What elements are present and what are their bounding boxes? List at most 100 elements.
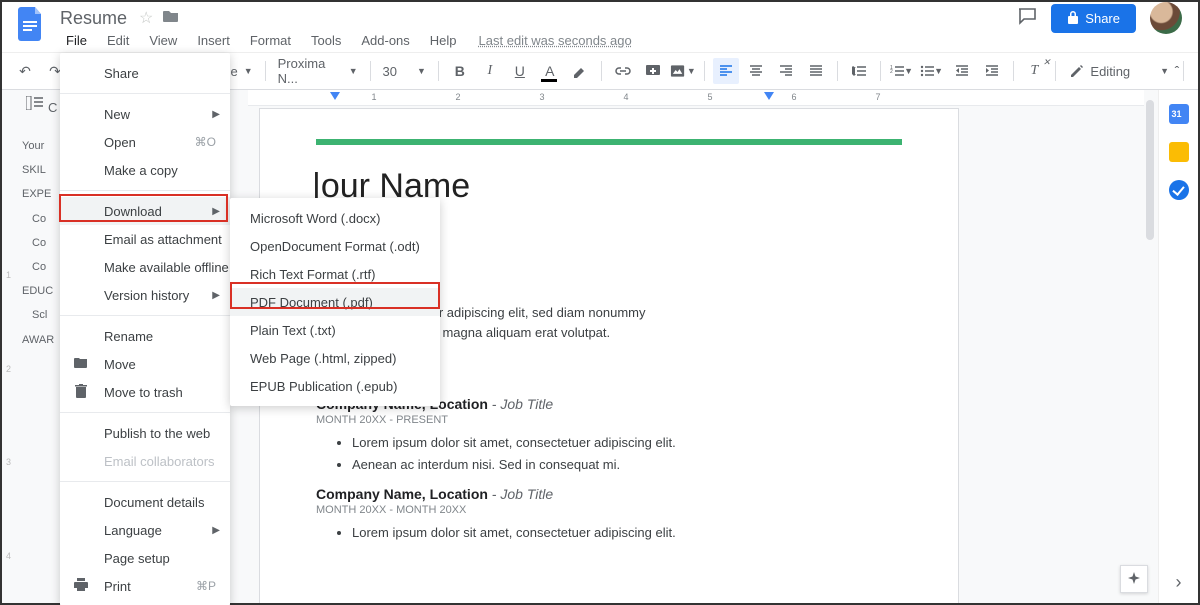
font-size-select[interactable]: 30▼ <box>377 64 432 79</box>
outline-item[interactable]: Co <box>8 231 60 255</box>
file-menu-move[interactable]: Move <box>60 350 230 378</box>
keep-icon[interactable] <box>1169 142 1189 162</box>
file-menu-offline[interactable]: Make available offline <box>60 253 230 281</box>
file-menu-page-setup[interactable]: Page setup <box>60 544 230 572</box>
menu-addons[interactable]: Add-ons <box>351 29 419 52</box>
job-dates[interactable]: MONTH 20XX - MONTH 20XX <box>316 504 902 516</box>
ruler-indent-right[interactable] <box>764 92 774 100</box>
job-dates[interactable]: MONTH 20XX - PRESENT <box>316 414 902 426</box>
file-menu-rename[interactable]: Rename <box>60 322 230 350</box>
line-spacing-icon[interactable] <box>846 58 872 84</box>
job-bullets[interactable]: Lorem ipsum dolor sit amet, consectetuer… <box>316 522 902 544</box>
file-menu-share[interactable]: Share <box>60 59 230 87</box>
menu-format[interactable]: Format <box>240 29 301 52</box>
file-menu-language[interactable]: Language▶ <box>60 516 230 544</box>
outdent-icon[interactable] <box>949 58 975 84</box>
insert-comment-icon[interactable] <box>640 58 666 84</box>
text-color-icon[interactable]: A <box>537 58 563 84</box>
ruler[interactable]: 1234567 <box>248 90 1144 106</box>
comments-icon[interactable] <box>1017 6 1037 31</box>
editing-mode-select[interactable]: Editing ▼ <box>1062 64 1177 79</box>
document-outline: C Your SKIL EXPE Co Co Co EDUC Scl AWAR … <box>2 90 60 603</box>
outline-header: C <box>48 100 57 115</box>
side-panel-collapse-icon[interactable]: › <box>1176 572 1182 593</box>
outline-item[interactable]: Scl <box>8 303 60 327</box>
menu-file[interactable]: File <box>56 29 97 52</box>
align-right-icon[interactable] <box>773 58 799 84</box>
clear-formatting-icon[interactable]: T✕ <box>1021 58 1047 84</box>
folder-icon <box>72 357 90 372</box>
ruler-indent-left[interactable] <box>330 92 340 100</box>
document-title[interactable]: Resume <box>54 6 133 31</box>
outline-toggle-icon[interactable] <box>26 96 44 115</box>
download-html[interactable]: Web Page (.html, zipped) <box>230 344 440 372</box>
job-entry[interactable]: Company Name, Location - Job Title <box>316 486 902 502</box>
tasks-icon[interactable] <box>1169 180 1189 200</box>
download-txt[interactable]: Plain Text (.txt) <box>230 316 440 344</box>
file-menu-publish[interactable]: Publish to the web <box>60 419 230 447</box>
star-icon[interactable]: ☆ <box>139 8 153 28</box>
bold-icon[interactable]: B <box>447 58 473 84</box>
job-bullets[interactable]: Lorem ipsum dolor sit amet, consectetuer… <box>316 432 902 476</box>
menu-insert[interactable]: Insert <box>187 29 240 52</box>
outline-item[interactable]: Your <box>8 134 60 158</box>
svg-text:2: 2 <box>890 69 893 75</box>
trash-icon <box>72 384 90 401</box>
docs-logo[interactable] <box>12 5 50 43</box>
bulleted-list-icon[interactable]: ▼ <box>919 58 945 84</box>
underline-icon[interactable]: U <box>507 58 533 84</box>
file-menu-download[interactable]: Download▶ <box>60 197 230 225</box>
menu-tools[interactable]: Tools <box>301 29 351 52</box>
edit-status[interactable]: Last edit was seconds ago <box>479 33 632 48</box>
file-menu-open[interactable]: Open⌘O <box>60 128 230 156</box>
align-center-icon[interactable] <box>743 58 769 84</box>
file-menu-new[interactable]: New▶ <box>60 100 230 128</box>
outline-item[interactable]: AWAR <box>8 328 60 352</box>
file-menu-print[interactable]: Print⌘P <box>60 572 230 600</box>
insert-link-icon[interactable] <box>610 58 636 84</box>
indent-icon[interactable] <box>979 58 1005 84</box>
outline-item[interactable]: SKIL <box>8 158 60 182</box>
file-menu-version-history[interactable]: Version history▶ <box>60 281 230 309</box>
folder-icon[interactable] <box>163 9 179 28</box>
collapse-toolbar-icon[interactable]: ˆ <box>1164 58 1190 84</box>
share-label: Share <box>1085 11 1120 26</box>
account-avatar[interactable] <box>1150 2 1182 34</box>
file-menu-details[interactable]: Document details <box>60 488 230 516</box>
calendar-icon[interactable] <box>1169 104 1189 124</box>
menu-bar: File Edit View Insert Format Tools Add-o… <box>56 29 467 52</box>
menu-view[interactable]: View <box>139 29 187 52</box>
explore-button[interactable] <box>1120 565 1148 593</box>
download-epub[interactable]: EPUB Publication (.epub) <box>230 372 440 400</box>
file-menu-email-collab: Email collaborators <box>60 447 230 475</box>
download-rtf[interactable]: Rich Text Format (.rtf) <box>230 260 440 288</box>
download-docx[interactable]: Microsoft Word (.docx) <box>230 204 440 232</box>
align-left-icon[interactable] <box>713 58 739 84</box>
undo-icon[interactable]: ↶ <box>12 58 38 84</box>
insert-image-icon[interactable]: ▼ <box>670 58 696 84</box>
highlight-icon[interactable] <box>567 58 593 84</box>
font-select[interactable]: Proxima N...▼ <box>272 56 364 86</box>
numbered-list-icon[interactable]: 12▼ <box>889 58 915 84</box>
file-menu-email-attachment[interactable]: Email as attachment <box>60 225 230 253</box>
file-menu: Share New▶ Open⌘O Make a copy Download▶ … <box>60 53 230 605</box>
download-submenu: Microsoft Word (.docx) OpenDocument Form… <box>230 198 440 406</box>
download-odt[interactable]: OpenDocument Format (.odt) <box>230 232 440 260</box>
align-justify-icon[interactable] <box>803 58 829 84</box>
outline-item[interactable]: Co <box>8 207 60 231</box>
outline-item[interactable]: Co <box>8 255 60 279</box>
print-icon <box>72 578 90 594</box>
share-button[interactable]: Share <box>1051 4 1136 33</box>
italic-icon[interactable]: I <box>477 58 503 84</box>
file-menu-trash[interactable]: Move to trash <box>60 378 230 406</box>
download-pdf[interactable]: PDF Document (.pdf) <box>230 288 440 316</box>
outline-item[interactable]: EDUC <box>8 279 60 303</box>
outline-item[interactable]: EXPE <box>8 182 60 206</box>
menu-help[interactable]: Help <box>420 29 467 52</box>
title-bar: Resume ☆ Share <box>2 2 1198 28</box>
scrollbar-thumb[interactable] <box>1146 100 1154 240</box>
menu-edit[interactable]: Edit <box>97 29 139 52</box>
align-group <box>711 58 831 84</box>
pencil-icon <box>1070 64 1084 78</box>
file-menu-make-copy[interactable]: Make a copy <box>60 156 230 184</box>
